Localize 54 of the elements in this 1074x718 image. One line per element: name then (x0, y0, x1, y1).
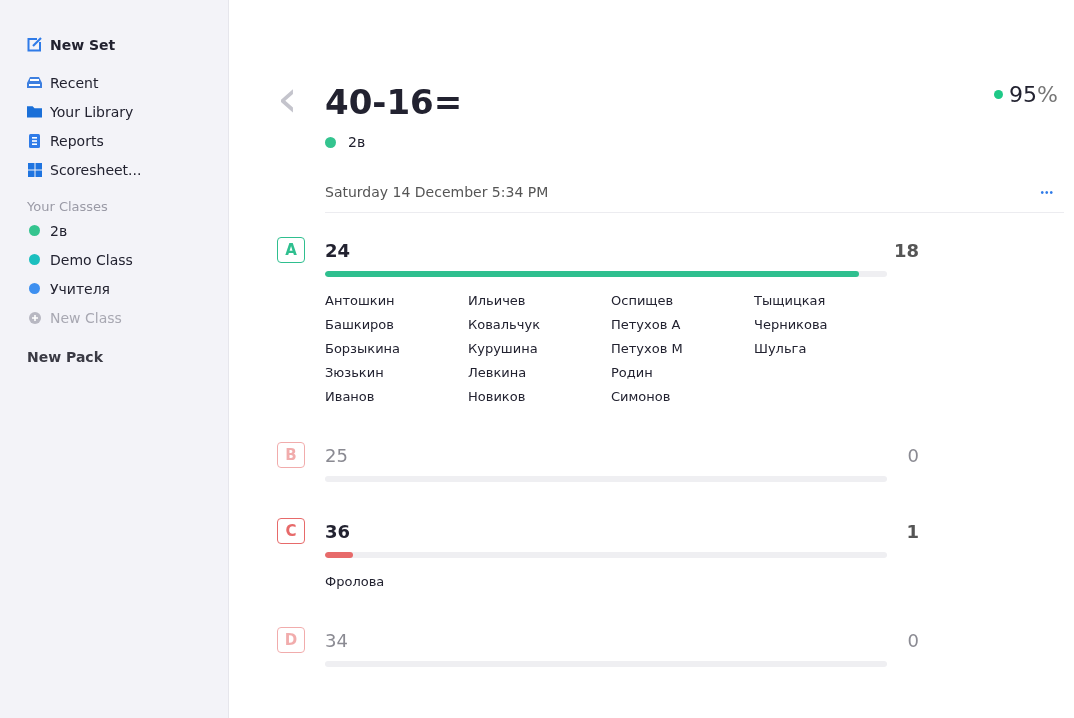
student-name: Петухов А (611, 316, 682, 334)
student-name: Башкиров (325, 316, 395, 334)
answer-value: 34 (325, 629, 349, 651)
nav-item[interactable]: Scoresheet... (27, 155, 228, 184)
nav-item[interactable]: Recent (27, 68, 228, 97)
new-pack-link[interactable]: New Pack (27, 342, 228, 371)
student-name: Левкина (468, 364, 528, 382)
answer-count: 1 (905, 520, 919, 542)
student-name: Зюзькин (325, 364, 385, 382)
student-name: Ильичев (468, 292, 527, 310)
answer-count: 18 (892, 239, 919, 261)
student-name: Курушина (468, 340, 539, 358)
nav-item[interactable]: Reports (27, 126, 228, 155)
answer-value: 25 (325, 444, 349, 466)
answer-count: 0 (906, 629, 919, 651)
class-item[interactable]: 2в (27, 216, 228, 245)
class-label: 2в (348, 134, 366, 150)
answer-letter: D (277, 627, 305, 653)
nav-item[interactable]: Your Library (27, 97, 228, 126)
score-dot (994, 90, 1004, 99)
answer-letter: C (277, 518, 305, 544)
question-title: 40-16= (325, 81, 463, 124)
plus-circle-icon (28, 311, 41, 324)
answer-letter: B (277, 442, 305, 468)
answer-letter: A (277, 237, 305, 263)
student-name: Оспищев (611, 292, 675, 310)
student-name: Антошкин (325, 292, 396, 310)
student-name: Тыщицкая (754, 292, 827, 310)
new-set-link[interactable]: New Set (27, 30, 228, 59)
student-name: Новиков (468, 388, 527, 406)
student-name: Шульга (754, 340, 808, 358)
student-name: Родин (611, 364, 654, 382)
student-name: Борзыкина (325, 340, 402, 358)
folder-icon (27, 105, 42, 118)
percent-sign: % (1037, 82, 1058, 107)
student-name: Иванов (325, 388, 376, 406)
tray-icon (27, 76, 42, 89)
answer-count: 0 (906, 444, 919, 466)
grid-icon (27, 162, 42, 177)
student-name: Ковальчук (468, 316, 541, 334)
student-name: Петухов М (611, 340, 684, 358)
answer-value: 24 (325, 239, 352, 261)
class-item[interactable]: Demo Class (27, 245, 228, 274)
student-name: Фролова (325, 573, 386, 591)
class-item[interactable]: Учителя (27, 274, 228, 303)
student-name: Симонов (611, 388, 672, 406)
document-icon (29, 133, 40, 148)
score-value: 95 (1009, 82, 1038, 107)
more-button[interactable]: ••• (1034, 185, 1060, 199)
student-name: Черникова (754, 316, 829, 334)
edit-icon (27, 37, 42, 52)
answer-value: 36 (325, 520, 352, 542)
date-text: Saturday 14 December 5:34 PM (325, 184, 549, 200)
section-heading: Your Classes (27, 198, 109, 216)
